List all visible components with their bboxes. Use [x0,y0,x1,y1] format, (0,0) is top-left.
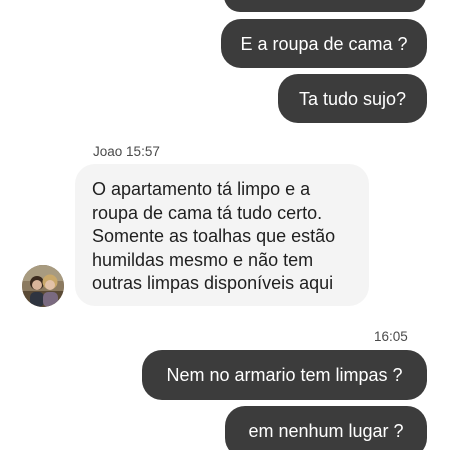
message-text: Ta tudo sujo? [298,88,407,109]
message-bubble-outgoing[interactable] [224,0,426,12]
avatar-photo [22,265,64,307]
message-line: roupa de cama tá tudo certo. [92,202,323,223]
message-bubble-outgoing[interactable]: Ta tudo sujo? [278,74,427,123]
message-line: outras limpas disponíveis aqui [92,273,334,293]
message-bubble-incoming[interactable]: O apartamento tá limpo e a roupa de cama… [75,164,369,306]
user-avatar-icon[interactable] [22,265,64,307]
message-bubble-outgoing[interactable]: em nenhum lugar ? [225,406,427,450]
message-time: 15:57 [126,144,160,159]
message-line: O apartamento tá limpo e a [92,179,311,199]
message-bubble-outgoing[interactable]: Nem no armario tem limpas ? [142,350,427,400]
chat-thread: E a roupa de cama ? Ta tudo sujo? Joao 1… [0,0,450,450]
message-line: Somente as toalhas que estão [92,226,336,246]
message-meta-incoming: Joao 15:57 [93,144,160,160]
message-line: humildas mesmo e não tem [92,249,314,270]
message-time-outgoing: 16:05 [374,329,408,344]
message-text: Nem no armario tem limpas ? [166,365,403,385]
message-text: em nenhum lugar ? [248,421,404,441]
message-bubble-outgoing[interactable]: E a roupa de cama ? [221,19,427,68]
sender-name: Joao [93,144,123,159]
message-text: E a roupa de cama ? [240,33,408,54]
